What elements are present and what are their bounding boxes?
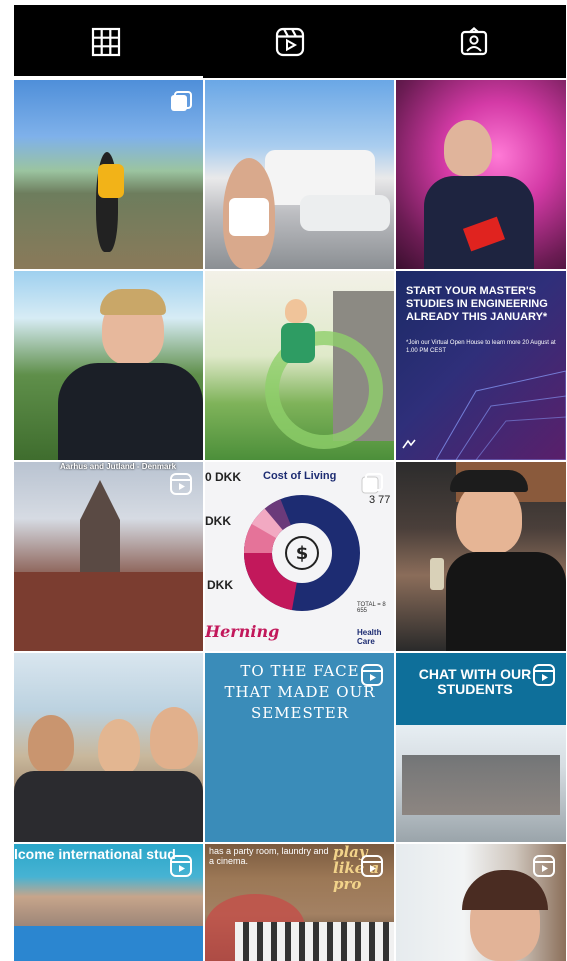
lounge-text: has a party room, laundry and a cinema. xyxy=(209,846,329,866)
post-illustration[interactable] xyxy=(205,271,394,460)
reel-icon xyxy=(533,855,555,877)
post-beach-friends[interactable] xyxy=(14,653,203,842)
post-yacht-harbour[interactable] xyxy=(205,80,394,269)
tab-reels[interactable] xyxy=(198,5,382,78)
post-party-selfie[interactable] xyxy=(396,462,566,651)
tab-grid[interactable] xyxy=(14,5,198,78)
masters-headline: START YOUR MASTER'S STUDIES IN ENGINEERI… xyxy=(406,285,548,323)
carousel-icon xyxy=(361,473,383,494)
post-cost-of-living[interactable]: Cost of Living 0 DKK DKK DKK 3 77 TOTAL … xyxy=(205,462,394,651)
tab-tagged[interactable] xyxy=(382,5,566,78)
reel-icon xyxy=(170,855,192,877)
cost-donut-chart: $ xyxy=(244,495,360,611)
cost-health: Health Care xyxy=(357,628,382,646)
posts-grid: START YOUR MASTER'S STUDIES IN ENGINEERI… xyxy=(14,80,566,961)
post-cathedral-reel[interactable]: Aarhus and Jutland - Denmark xyxy=(14,462,203,651)
post-pink-event[interactable] xyxy=(396,80,566,269)
reels-icon xyxy=(275,27,305,56)
post-portrait-reel[interactable] xyxy=(396,844,566,961)
tagged-icon xyxy=(460,26,488,55)
cost-left-2: DKK xyxy=(205,514,231,528)
cost-total: TOTAL = 8 655 xyxy=(357,602,386,614)
university-logo xyxy=(402,439,416,449)
cathedral-caption: Aarhus and Jutland - Denmark xyxy=(60,462,177,471)
reel-icon xyxy=(361,855,383,877)
reel-icon xyxy=(533,664,555,686)
post-festival-crowd[interactable] xyxy=(14,80,203,269)
cost-left-3: DKK xyxy=(207,578,233,592)
post-student-portrait[interactable] xyxy=(14,271,203,460)
reel-icon xyxy=(170,473,192,495)
post-welcome-reel[interactable]: lcome international stud xyxy=(14,844,203,961)
reel-icon xyxy=(361,664,383,686)
post-chat-reel[interactable]: CHAT WITH OUR STUDENTS xyxy=(396,653,566,842)
carousel-icon xyxy=(171,91,192,111)
cost-brand: Herning xyxy=(205,622,280,641)
post-semester-reel[interactable]: TO THE FACE THAT MADE OUR SEMESTER xyxy=(205,653,394,842)
grid-icon xyxy=(91,27,121,56)
post-lounge-reel[interactable]: has a party room, laundry and a cinema. … xyxy=(205,844,394,961)
cost-title: Cost of Living xyxy=(263,470,337,482)
post-masters-ad[interactable]: START YOUR MASTER'S STUDIES IN ENGINEERI… xyxy=(396,271,566,460)
svg-text:$: $ xyxy=(296,543,309,564)
welcome-text: lcome international stud xyxy=(14,846,176,862)
cost-left-1: 0 DKK xyxy=(205,470,242,484)
building-sketch xyxy=(436,370,566,460)
chat-text: CHAT WITH OUR STUDENTS xyxy=(418,666,532,697)
active-tab-indicator xyxy=(14,76,203,78)
profile-tab-bar xyxy=(14,5,566,78)
